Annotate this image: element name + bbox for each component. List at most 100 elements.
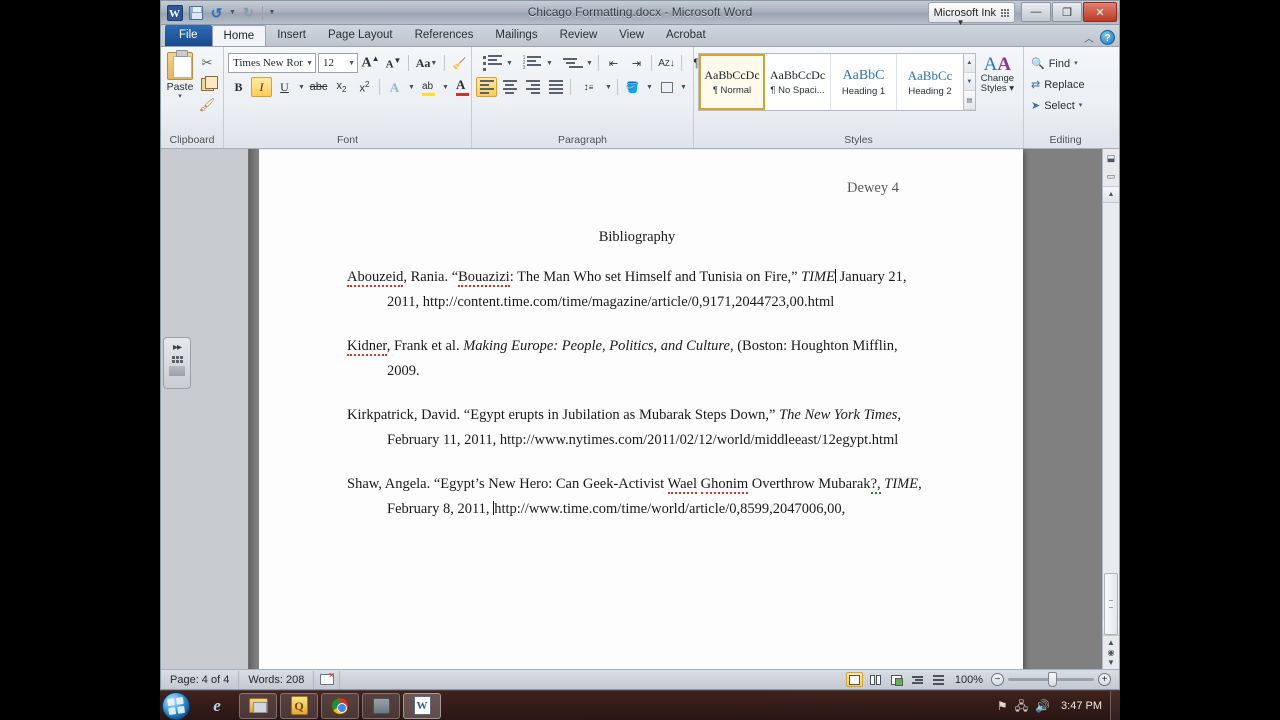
browse-next-icon[interactable]: ▼ [1107,658,1115,667]
numbering-icon[interactable]: 123 [516,53,543,73]
page-indicator[interactable]: Page: 4 of 4 [161,670,240,689]
grow-font-button[interactable]: A▲ [360,53,381,73]
zoom-level[interactable]: 100% [951,674,987,686]
paste-dropdown-icon[interactable]: ▾ [178,93,182,100]
style-no-spacing[interactable]: AaBbCcDc ¶ No Spaci... [765,54,831,110]
align-right-icon[interactable] [522,77,543,97]
start-button[interactable] [162,691,190,720]
align-center-icon[interactable] [499,77,520,97]
strikethrough-button[interactable]: abc [308,77,329,97]
shading-dropdown-icon[interactable]: ▼ [645,77,654,97]
view-outline[interactable] [909,672,926,687]
borders-dropdown-icon[interactable]: ▼ [679,77,688,97]
taskbar-windows-explorer[interactable] [239,692,277,719]
select-button[interactable]: ➤ Select ▾ [1028,96,1085,115]
bibliography-entry-kirkpatrick[interactable]: Kirkpatrick, David. “Egypt erupts in Jub… [347,403,927,453]
taskbar-quickbooks[interactable]: Q [280,692,318,719]
scrollbar-thumb[interactable] [1104,573,1118,635]
tab-acrobat[interactable]: Acrobat [655,25,717,46]
browse-previous-icon[interactable]: ▲ [1107,638,1115,647]
taskbar-google-chrome[interactable] [321,692,359,719]
collapse-ribbon-icon[interactable]: ︿ [1084,30,1094,45]
bold-button[interactable]: B [228,77,249,97]
copy-icon[interactable] [197,75,218,93]
multilevel-dropdown-icon[interactable]: ▼ [585,53,594,73]
close-button[interactable]: ✕ [1083,2,1117,22]
bullets-icon[interactable] [476,53,503,73]
font-size-combo[interactable]: 12 ▼ [318,53,358,73]
taskbar-microsoft-word[interactable]: W [403,692,441,719]
style-heading-1[interactable]: AaBbC Heading 1 [831,54,897,110]
line-spacing-icon[interactable]: ↕≡ [575,77,602,97]
paste-button[interactable]: Paste ▾ [165,50,195,100]
decrease-indent-icon[interactable]: ⇤ [603,53,624,73]
select-browse-object-icon[interactable]: ◉ [1108,648,1115,657]
underline-dropdown-icon[interactable]: ▼ [297,77,306,97]
tab-references[interactable]: References [404,25,485,46]
underline-button[interactable]: U [274,77,295,97]
view-full-screen-reading[interactable] [867,672,884,687]
text-effects-button[interactable]: A [384,77,405,97]
italic-button[interactable]: I [251,77,272,97]
document-page[interactable]: Dewey 4 Bibliography Abouzeid, Rania. “B… [259,149,1023,669]
help-icon[interactable]: ? [1100,30,1115,45]
zoom-slider-track[interactable] [1008,672,1094,687]
styles-more-icon[interactable]: ▤ [964,91,975,111]
view-web-layout[interactable] [888,672,905,687]
find-button[interactable]: 🔍 Find ▾ [1028,54,1081,73]
font-color-button[interactable]: A [452,77,473,97]
tab-file[interactable]: File [165,25,212,46]
word-count[interactable]: Words: 208 [239,670,315,689]
tab-view[interactable]: View [608,25,655,46]
scroll-up-arrow[interactable]: ▲ [1103,187,1119,203]
restore-button[interactable]: ❐ [1052,2,1082,22]
ruler-toggle-icon[interactable]: ▭ [1107,172,1116,181]
align-left-icon[interactable] [476,77,497,97]
volume-icon[interactable]: 🔊 [1035,700,1050,712]
change-styles-button[interactable]: AA Change Styles ▾ [976,53,1019,94]
styles-scroll-down-icon[interactable]: ▼ [964,72,975,92]
view-print-layout[interactable] [845,672,863,687]
split-window-icon[interactable]: ⬓ [1107,153,1116,163]
styles-scroll-up-icon[interactable]: ▲ [964,54,975,73]
tab-insert[interactable]: Insert [266,25,317,46]
multilevel-list-icon[interactable] [556,53,583,73]
bibliography-entry-abouzeid[interactable]: Abouzeid, Rania. “Bouazizi: The Man Who … [347,265,927,315]
tab-review[interactable]: Review [549,25,609,46]
shrink-font-button[interactable]: A▼ [383,53,404,73]
bullets-dropdown-icon[interactable]: ▼ [505,53,514,73]
clear-formatting-icon[interactable]: 🧹 [449,53,470,73]
zoom-in-button[interactable]: + [1098,673,1111,686]
bibliography-entry-kidner[interactable]: Kidner, Frank et al. Making Europe: Peop… [347,334,927,384]
tab-mailings[interactable]: Mailings [484,25,548,46]
cut-icon[interactable]: ✂ [197,54,217,72]
navigation-pane-expand-handle[interactable]: ▸▸ [163,337,191,389]
select-dropdown-icon[interactable]: ▾ [1079,102,1083,109]
increase-indent-icon[interactable]: ⇥ [626,53,647,73]
tab-page-layout[interactable]: Page Layout [317,25,404,46]
taskbar-internet-explorer[interactable]: e [198,693,236,719]
shading-icon[interactable]: 🪣 [622,77,643,97]
replace-button[interactable]: ⇄ Replace [1028,75,1088,94]
show-desktop-button[interactable] [1110,690,1120,720]
microsoft-ink-toolbar[interactable]: Microsoft Ink ▼ [927,2,1015,27]
line-spacing-dropdown-icon[interactable]: ▼ [604,77,613,97]
format-painter-icon[interactable]: 🖌 [197,96,217,114]
sort-icon[interactable]: AZ↓ [656,53,677,73]
highlight-dropdown-icon[interactable]: ▼ [441,77,450,97]
tab-home[interactable]: Home [211,25,267,46]
network-icon[interactable]: 🖧 [1015,700,1028,712]
view-draft[interactable] [930,672,947,687]
clock[interactable]: 3:47 PM [1057,700,1106,712]
minimize-button[interactable]: — [1021,2,1051,22]
chevron-down-icon[interactable]: ▼ [303,59,313,67]
scrollbar-track[interactable] [1103,203,1119,635]
bibliography-entry-shaw[interactable]: Shaw, Angela. “Egypt’s New Hero: Can Gee… [347,472,927,522]
style-normal[interactable]: AaBbCcDc ¶ Normal [699,54,765,110]
zoom-slider-thumb[interactable] [1048,672,1057,687]
proofing-errors-icon[interactable] [314,670,341,689]
grip-icon[interactable] [1001,8,1009,17]
superscript-button[interactable]: x2 [354,77,375,97]
subscript-button[interactable]: x2 [331,77,352,97]
style-heading-2[interactable]: AaBbCc Heading 2 [897,54,963,110]
